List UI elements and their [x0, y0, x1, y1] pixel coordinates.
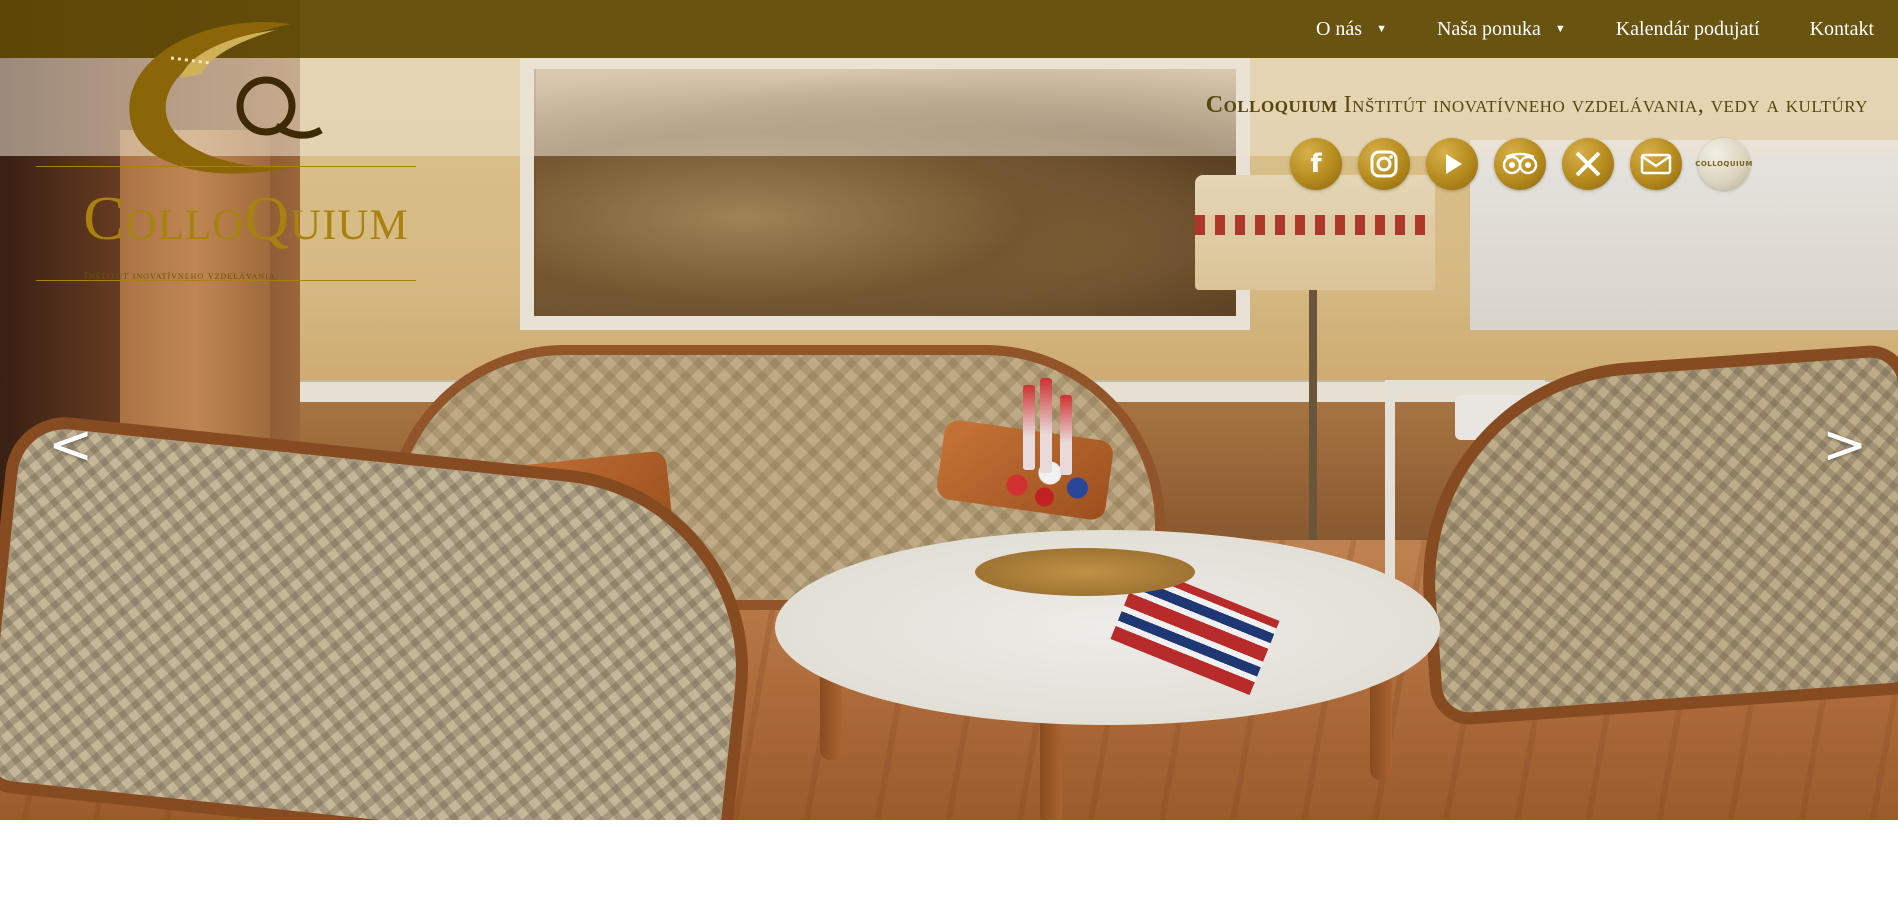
- logo-rule-bottom: [36, 280, 416, 281]
- logo-emblem-icon: [129, 22, 323, 174]
- social-links: f COLLOQUIUM: [1290, 138, 1766, 190]
- nav-label: Kalendár podujatí: [1615, 17, 1760, 40]
- logo-title: ColloQuium: [83, 185, 409, 253]
- tagline-text: Inštitút inovatívneho vzdelávania, vedy …: [1343, 92, 1868, 118]
- facebook-icon[interactable]: f: [1290, 138, 1342, 190]
- mail-icon[interactable]: [1630, 138, 1682, 190]
- play-icon[interactable]: [1426, 138, 1478, 190]
- tagline-brand: Colloquium: [1205, 92, 1338, 118]
- instagram-icon[interactable]: [1358, 138, 1410, 190]
- site-logo[interactable]: ColloQuium Inštitút inovatívneho vzdeláv…: [36, 18, 426, 283]
- nav-item-nasa-ponuka[interactable]: Naša ponuka ▼: [1437, 18, 1566, 41]
- colloquium-badge-icon[interactable]: COLLOQUIUM: [1695, 138, 1752, 190]
- nav-label: Naša ponuka: [1436, 17, 1541, 40]
- caret-down-icon: ▼: [1376, 23, 1387, 35]
- nav-item-kontakt[interactable]: Kontakt: [1810, 18, 1874, 41]
- nav-item-kalendar[interactable]: Kalendár podujatí: [1616, 18, 1760, 41]
- logo-rule-top: [36, 166, 416, 167]
- nav-label: Kontakt: [1809, 17, 1874, 40]
- main-nav: O nás ▼ Naša ponuka ▼ Kalendár podujatí …: [1266, 0, 1874, 58]
- tripadvisor-icon[interactable]: [1494, 138, 1546, 190]
- slider-prev-arrow[interactable]: <: [48, 418, 93, 472]
- site-tagline: Colloquium Inštitút inovatívneho vzdeláva…: [1206, 92, 1868, 119]
- nav-item-o-nas[interactable]: O nás ▼: [1316, 18, 1387, 41]
- slider-next-arrow[interactable]: >: [1822, 418, 1867, 472]
- nav-label: O nás: [1315, 17, 1363, 40]
- caret-down-icon: ▼: [1554, 23, 1566, 35]
- tools-icon[interactable]: [1562, 138, 1614, 190]
